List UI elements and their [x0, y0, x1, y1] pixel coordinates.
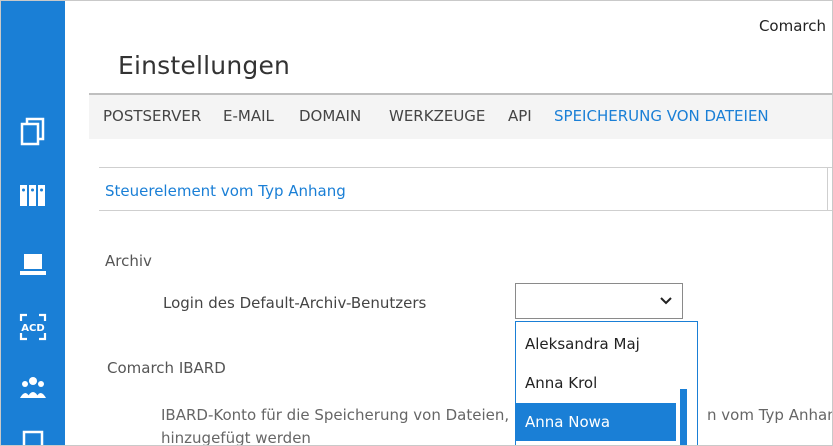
user-dropdown-list[interactable]: Aleksandra Maj Anna Krol Anna Nowa [515, 321, 698, 445]
default-archive-user-select[interactable] [515, 283, 683, 319]
ibard-description-line2: hinzugefügt werden [161, 429, 311, 446]
section-divider-right [827, 167, 828, 211]
dropdown-option[interactable]: Aleksandra Maj [516, 325, 676, 363]
tab-postserver[interactable]: POSTSERVER [103, 107, 201, 125]
chevron-down-icon [660, 297, 672, 305]
tabs-bar: POSTSERVER E-MAIL DOMAIN WERKZEUGE API S… [89, 93, 832, 139]
ibard-description-continued: n vom Typ Anhang [707, 406, 833, 424]
section-divider-top [99, 167, 832, 168]
ibard-group-label: Comarch IBARD [107, 359, 226, 377]
dropdown-option-highlighted[interactable]: Anna Nowa [516, 403, 676, 441]
laptop-icon[interactable] [15, 246, 51, 282]
ibard-description: IBARD-Konto für die Speicherung von Date… [161, 406, 510, 424]
page-title: Einstellungen [118, 51, 291, 80]
tab-e-mail[interactable]: E-MAIL [223, 107, 274, 125]
acd-icon[interactable]: ACD [15, 309, 51, 345]
acd-label: ACD [21, 323, 44, 334]
users-icon[interactable] [15, 369, 51, 405]
brand-name: Comarch [758, 17, 826, 35]
documents-icon[interactable] [15, 113, 51, 149]
tab-domain[interactable]: DOMAIN [299, 107, 361, 125]
document-icon[interactable] [15, 425, 51, 445]
section-divider-bottom [99, 210, 832, 211]
default-archive-user-label: Login des Default-Archiv-Benutzers [163, 294, 427, 312]
app-window: ACD Comarch Einstellungen POSTSERVER E-M… [0, 0, 833, 446]
tab-speicherung-von-dateien[interactable]: SPEICHERUNG VON DATEIEN [554, 107, 769, 125]
section-header[interactable]: Steuerelement vom Typ Anhang [105, 182, 346, 200]
dropdown-scrollbar[interactable] [680, 389, 687, 445]
tab-werkzeuge[interactable]: WERKZEUGE [389, 107, 485, 125]
tab-api[interactable]: API [508, 107, 532, 125]
binders-icon[interactable] [15, 177, 51, 213]
dropdown-option[interactable]: Anna Krol [516, 364, 676, 402]
sidebar: ACD [1, 1, 65, 445]
archive-group-label: Archiv [105, 252, 152, 270]
